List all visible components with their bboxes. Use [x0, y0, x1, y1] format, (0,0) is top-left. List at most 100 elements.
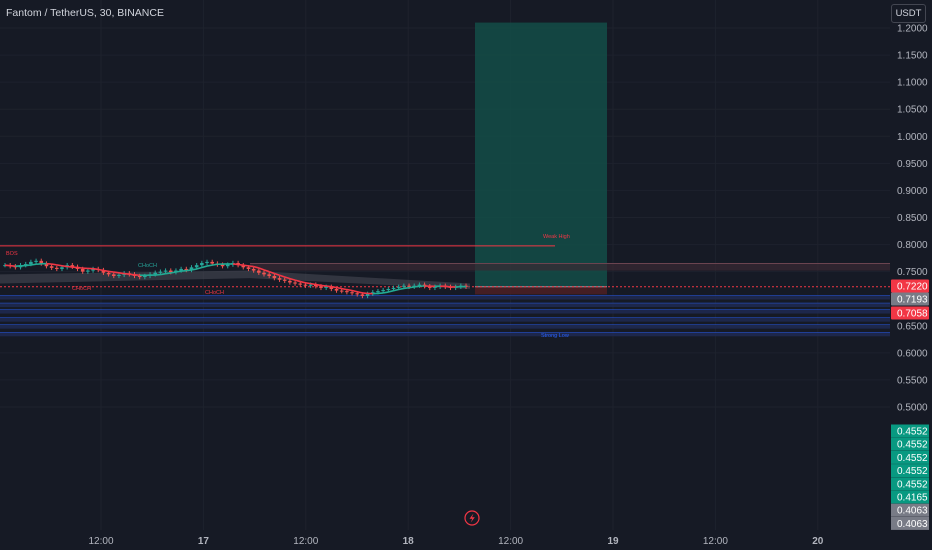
candle-body	[308, 284, 313, 286]
indicator-tag-label: 0.4552	[897, 466, 928, 477]
candle-body	[339, 290, 344, 292]
ma-segment	[310, 282, 316, 286]
ma-segment	[118, 272, 125, 275]
ma-segment	[92, 267, 99, 271]
annotation-label: BOS	[6, 251, 18, 257]
candle-body	[251, 268, 256, 271]
ma-segment	[377, 292, 384, 295]
candle-body	[391, 287, 396, 289]
target-zone	[475, 22, 607, 287]
ma-segment	[362, 292, 368, 295]
indicator-tag-label: 0.4063	[897, 519, 928, 530]
indicator-tag-label: 0.4552	[897, 453, 928, 464]
ma-segment	[175, 270, 182, 273]
candle-body	[49, 266, 54, 268]
x-tick-label: 18	[403, 536, 415, 547]
candle-body	[262, 272, 266, 275]
candle-body	[267, 274, 271, 276]
ma-segment	[56, 264, 63, 267]
candle-body	[345, 291, 349, 293]
ma-segment	[414, 285, 420, 288]
candle-body	[200, 262, 204, 266]
candle-body	[277, 278, 282, 280]
ma-segment	[129, 273, 135, 276]
y-tick-label: 0.8000	[897, 240, 928, 251]
indicator-tag-label: 0.4552	[897, 427, 928, 438]
price-axis[interactable]: 1.2000 1.1500 1.1000 1.0500 1.0000 0.9500 0.90…	[891, 24, 929, 530]
y-tick-label: 0.5000	[897, 403, 928, 414]
candle-body	[55, 267, 59, 269]
candle-body	[334, 288, 339, 291]
candle-body	[303, 284, 308, 286]
candle-body	[225, 264, 230, 267]
ma-segment	[212, 263, 218, 266]
ma-segment	[357, 290, 363, 294]
ma-segment	[393, 288, 399, 292]
candle-body	[407, 285, 411, 287]
y-tick-label: 0.8500	[897, 213, 928, 224]
annotation-label: Weak High	[543, 234, 570, 240]
candle-body	[360, 294, 365, 297]
currency-button[interactable]: USDT	[891, 4, 926, 23]
ma-segment	[383, 291, 389, 294]
y-tick-label: 1.2000	[897, 24, 928, 35]
demand-band	[0, 324, 890, 329]
price-tag-label: 0.7220	[897, 282, 928, 293]
candle-body	[86, 270, 90, 272]
candle-body	[143, 275, 147, 278]
price-chart[interactable]: BOS CHoCH CHoCH CHoCH Weak High Strong Low 1.…	[0, 0, 932, 550]
x-tick-label: 19	[607, 536, 619, 547]
ma-segment	[186, 269, 192, 272]
ma-segment	[408, 286, 415, 289]
candle-body	[355, 293, 360, 295]
ma-segment	[336, 286, 342, 290]
candle-body	[34, 260, 38, 262]
demand-band	[0, 309, 890, 314]
indicator-tag-label: 0.4165	[897, 493, 928, 504]
candle-body	[272, 275, 277, 279]
candle-body	[153, 272, 158, 275]
candle-body	[111, 274, 116, 276]
ma-segment	[196, 266, 203, 270]
stop-zone	[475, 286, 607, 295]
candle-body	[293, 282, 297, 284]
candle-body	[386, 288, 391, 291]
ma-segment	[67, 265, 73, 268]
level-lines	[0, 245, 890, 337]
ma-segment	[103, 269, 109, 273]
candle-body	[137, 275, 142, 278]
ma-segment	[51, 263, 57, 266]
ma-segment	[160, 272, 166, 276]
y-tick-label: 0.9500	[897, 159, 928, 170]
x-tick-label: 12:00	[293, 536, 318, 547]
annotation-label: CHoCH	[72, 286, 91, 292]
ma-segment	[25, 264, 31, 267]
x-tick-label: 12:00	[703, 536, 728, 547]
candle-body	[210, 261, 214, 264]
demand-band	[0, 332, 890, 337]
candle-body	[396, 286, 401, 288]
candle-body	[158, 271, 163, 273]
ma-segment	[300, 280, 306, 284]
ma-segment	[445, 285, 451, 288]
ma-segment	[320, 284, 327, 287]
time-axis[interactable]: 12:00 17 12:00 18 12:00 19 12:00 20	[88, 536, 823, 547]
indicator-tag-label: 0.4552	[897, 440, 928, 451]
chart-title: Fantom / TetherUS, 30, BINANCE	[6, 7, 164, 19]
ma-segment	[124, 272, 130, 276]
candle-body	[381, 290, 385, 292]
ma-segment	[403, 286, 410, 290]
ma-segment	[326, 285, 332, 288]
ma-segment	[61, 264, 68, 268]
ma-segment	[191, 268, 197, 271]
ma-segment	[10, 264, 16, 268]
supply-band	[250, 263, 890, 271]
x-tick-label: 20	[812, 536, 824, 547]
demand-band	[0, 317, 890, 322]
indicator-tag-label: 0.4552	[897, 479, 928, 490]
candle-body	[205, 261, 209, 263]
lightning-icon[interactable]	[464, 510, 480, 526]
candle-body	[163, 270, 168, 272]
x-tick-label: 17	[198, 536, 210, 547]
annotation-label: CHoCH	[205, 290, 224, 296]
